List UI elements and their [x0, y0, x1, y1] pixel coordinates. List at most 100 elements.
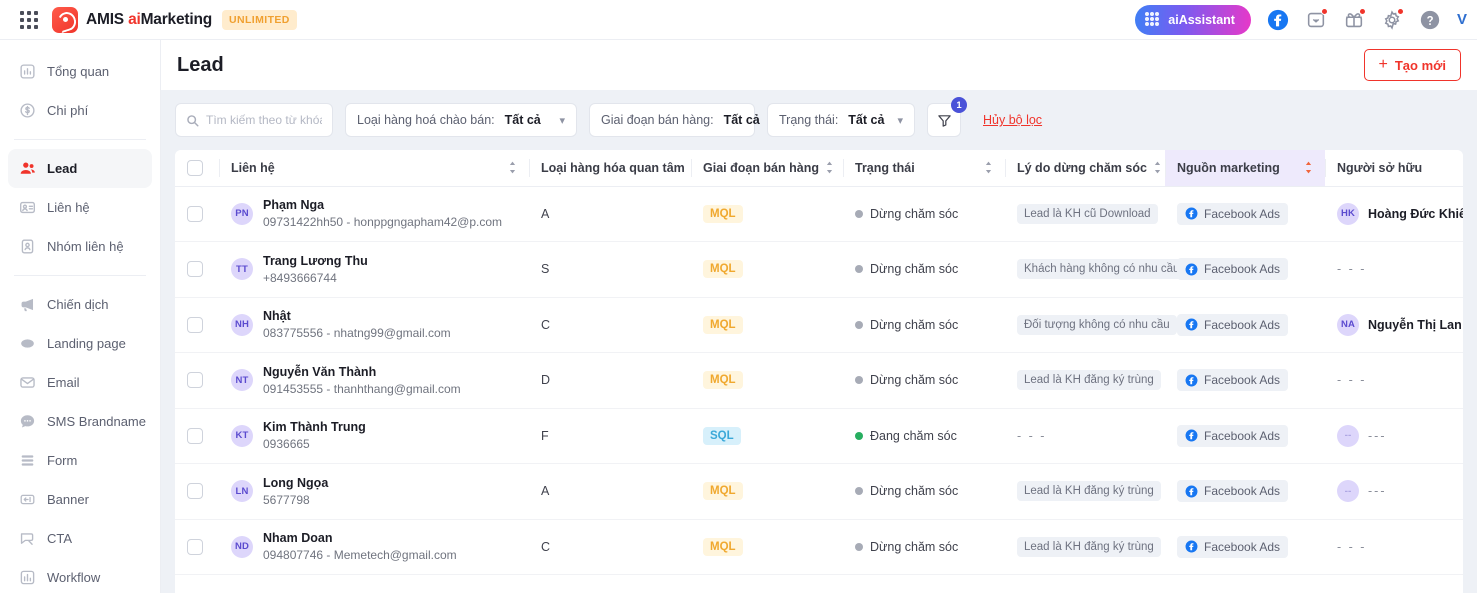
- sidebar-item-sms-brandname[interactable]: SMS Brandname: [8, 402, 152, 441]
- stop-reason-badge: Lead là KH cũ Download: [1017, 203, 1158, 224]
- table-row[interactable]: TT Trang Lương Thu +8493666744 S MQL Dừn…: [175, 241, 1463, 298]
- column-header-lien-he[interactable]: Liên hệ: [219, 150, 529, 187]
- row-select-cell: [175, 186, 219, 242]
- sidebar-item-label: Banner: [47, 492, 89, 507]
- column-header-nguoi-so-huu[interactable]: Người sở hữu: [1325, 150, 1463, 187]
- ai-sparkle-icon: [1145, 11, 1161, 28]
- contact-detail: 094807746 - Memetech@gmail.com: [263, 548, 457, 563]
- product-type-cell: A: [529, 463, 691, 520]
- sidebar-item-cta[interactable]: CTA: [8, 519, 152, 558]
- owner-name: ---: [1368, 428, 1387, 443]
- gear-icon[interactable]: [1381, 7, 1404, 31]
- column-label: Liên hệ: [231, 160, 275, 175]
- chevron-down-icon: ▾: [897, 114, 903, 127]
- sidebar-item-banner[interactable]: Banner: [8, 480, 152, 519]
- status-dot: [855, 209, 863, 218]
- column-header-trang-thai[interactable]: Trạng thái: [843, 150, 1005, 187]
- status-cell: Dừng chăm sóc: [843, 186, 1005, 242]
- select-all-checkbox[interactable]: [187, 159, 203, 176]
- facebook-icon: [1185, 318, 1198, 331]
- source-badge: Facebook Ads: [1177, 369, 1289, 392]
- table-row[interactable]: NT Nguyễn Văn Thành 091453555 - thanhtha…: [175, 352, 1463, 409]
- table-row[interactable]: ND Nham Doan 094807746 - Memetech@gmail.…: [175, 519, 1463, 575]
- column-header-loai-hang-hoa[interactable]: Loại hàng hóa quan tâm: [529, 150, 698, 187]
- sort-icon[interactable]: [984, 161, 993, 174]
- column-header-giai-doan[interactable]: Giai đoạn bán hàng: [691, 150, 843, 187]
- sidebar-item-lien-he[interactable]: Liên hệ: [8, 188, 152, 227]
- facebook-icon: [1185, 485, 1198, 498]
- status-dot: [855, 376, 863, 385]
- source-badge: Facebook Ads: [1177, 535, 1289, 558]
- contact: ND Nham Doan 094807746 - Memetech@gmail.…: [231, 530, 517, 563]
- help-icon[interactable]: [1419, 9, 1441, 31]
- sidebar-item-label: CTA: [47, 531, 73, 546]
- column-header-nguon-marketing[interactable]: Nguồn marketing: [1165, 150, 1325, 187]
- product-type-filter[interactable]: Loại hàng hoá chào bán: Tất cả ▾: [345, 103, 577, 137]
- product-type-cell: C: [529, 519, 691, 575]
- facebook-icon[interactable]: [1267, 9, 1289, 31]
- sidebar-item-lead[interactable]: Lead: [8, 149, 152, 188]
- owner: NA Nguyễn Thị Lan Anh: [1337, 313, 1463, 336]
- table-row[interactable]: LN Long Ngọa 5677798 A MQL Dừng chăm sóc…: [175, 463, 1463, 520]
- sidebar-item-label: Lead: [47, 161, 78, 176]
- facebook-icon: [1185, 374, 1198, 387]
- brand-logo-link[interactable]: AMIS aiMarketing: [52, 6, 212, 33]
- inbox-icon[interactable]: [1305, 7, 1328, 31]
- contact-avatar: NT: [231, 369, 253, 392]
- clear-filters-link[interactable]: Hủy bộ lọc: [983, 113, 1042, 127]
- sort-icon-active[interactable]: [1304, 161, 1313, 174]
- owner-empty: - - -: [1337, 262, 1367, 277]
- status-filter[interactable]: Trạng thái: Tất cả ▾: [767, 103, 915, 137]
- sidebar-item-nhom-lien-he[interactable]: Nhóm liên hệ: [8, 227, 152, 266]
- marketing-source-cell: Facebook Ads: [1165, 519, 1325, 575]
- contact: NT Nguyễn Văn Thành 091453555 - thanhtha…: [231, 364, 517, 397]
- sidebar-item-workflow[interactable]: Workflow: [8, 558, 152, 593]
- gift-icon[interactable]: [1343, 7, 1366, 31]
- row-checkbox[interactable]: [187, 538, 203, 555]
- sort-icon[interactable]: [825, 161, 834, 174]
- sidebar-item-email[interactable]: Email: [8, 363, 152, 402]
- sales-stage-cell: MQL: [691, 186, 843, 242]
- contact: PN Phạm Nga 09731422hh50 - honppgngapham…: [231, 197, 517, 230]
- stage-badge: SQL: [703, 426, 741, 445]
- row-checkbox[interactable]: [187, 205, 203, 222]
- create-new-button[interactable]: + Tạo mới: [1363, 49, 1461, 81]
- table-row[interactable]: KT Kim Thành Trung 0936665 F SQL Đang ch…: [175, 408, 1463, 464]
- sales-stage-cell: MQL: [691, 352, 843, 409]
- contact-name: Trang Lương Thu: [263, 253, 368, 268]
- apps-grid-icon[interactable]: [20, 10, 38, 29]
- sales-stage-filter[interactable]: Giai đoạn bán hàng: Tất cả ▾: [589, 103, 775, 137]
- row-checkbox[interactable]: [187, 316, 203, 333]
- search-input[interactable]: [206, 113, 322, 127]
- search-icon: [187, 114, 199, 127]
- table-row[interactable]: PN Phạm Nga 09731422hh50 - honppgngapham…: [175, 186, 1463, 242]
- sort-icon[interactable]: [508, 161, 517, 174]
- sort-icon[interactable]: [1153, 161, 1162, 174]
- sidebar-item-tong-quan[interactable]: Tổng quan: [8, 52, 152, 91]
- row-checkbox[interactable]: [187, 427, 203, 444]
- ai-assistant-button[interactable]: aiAssistant: [1135, 4, 1251, 35]
- row-checkbox[interactable]: [187, 261, 203, 278]
- column-label: Giai đoạn bán hàng: [703, 160, 819, 175]
- status-cell: Đang chăm sóc: [843, 408, 1005, 464]
- sidebar-item-form[interactable]: Form: [8, 441, 152, 480]
- sidebar-item-label: Workflow: [47, 570, 101, 585]
- status-label: Đang chăm sóc: [870, 428, 957, 443]
- user-avatar[interactable]: V: [1457, 11, 1469, 28]
- users-icon: [19, 160, 36, 177]
- row-checkbox[interactable]: [187, 483, 203, 500]
- column-header-ly-do-dung[interactable]: Lý do dừng chăm sóc: [1005, 150, 1165, 187]
- brand-title: AMIS aiMarketing: [86, 11, 212, 29]
- sidebar-item-chien-dich[interactable]: Chiến dịch: [8, 285, 152, 324]
- notification-dot: [1358, 7, 1366, 15]
- row-checkbox[interactable]: [187, 372, 203, 389]
- sidebar-item-landing-page[interactable]: Landing page: [8, 324, 152, 363]
- sidebar-item-chi-phi[interactable]: Chi phí: [8, 91, 152, 130]
- search-box[interactable]: [175, 103, 333, 137]
- owner: HK Hoàng Đức Khiêm: [1337, 202, 1463, 225]
- contact: TT Trang Lương Thu +8493666744: [231, 253, 517, 286]
- brand-ai: ai: [128, 10, 141, 28]
- source-badge: Facebook Ads: [1177, 202, 1289, 225]
- advanced-filter-button[interactable]: 1: [927, 97, 967, 137]
- table-row[interactable]: NH Nhật 083775556 - nhatng99@gmail.com C…: [175, 297, 1463, 353]
